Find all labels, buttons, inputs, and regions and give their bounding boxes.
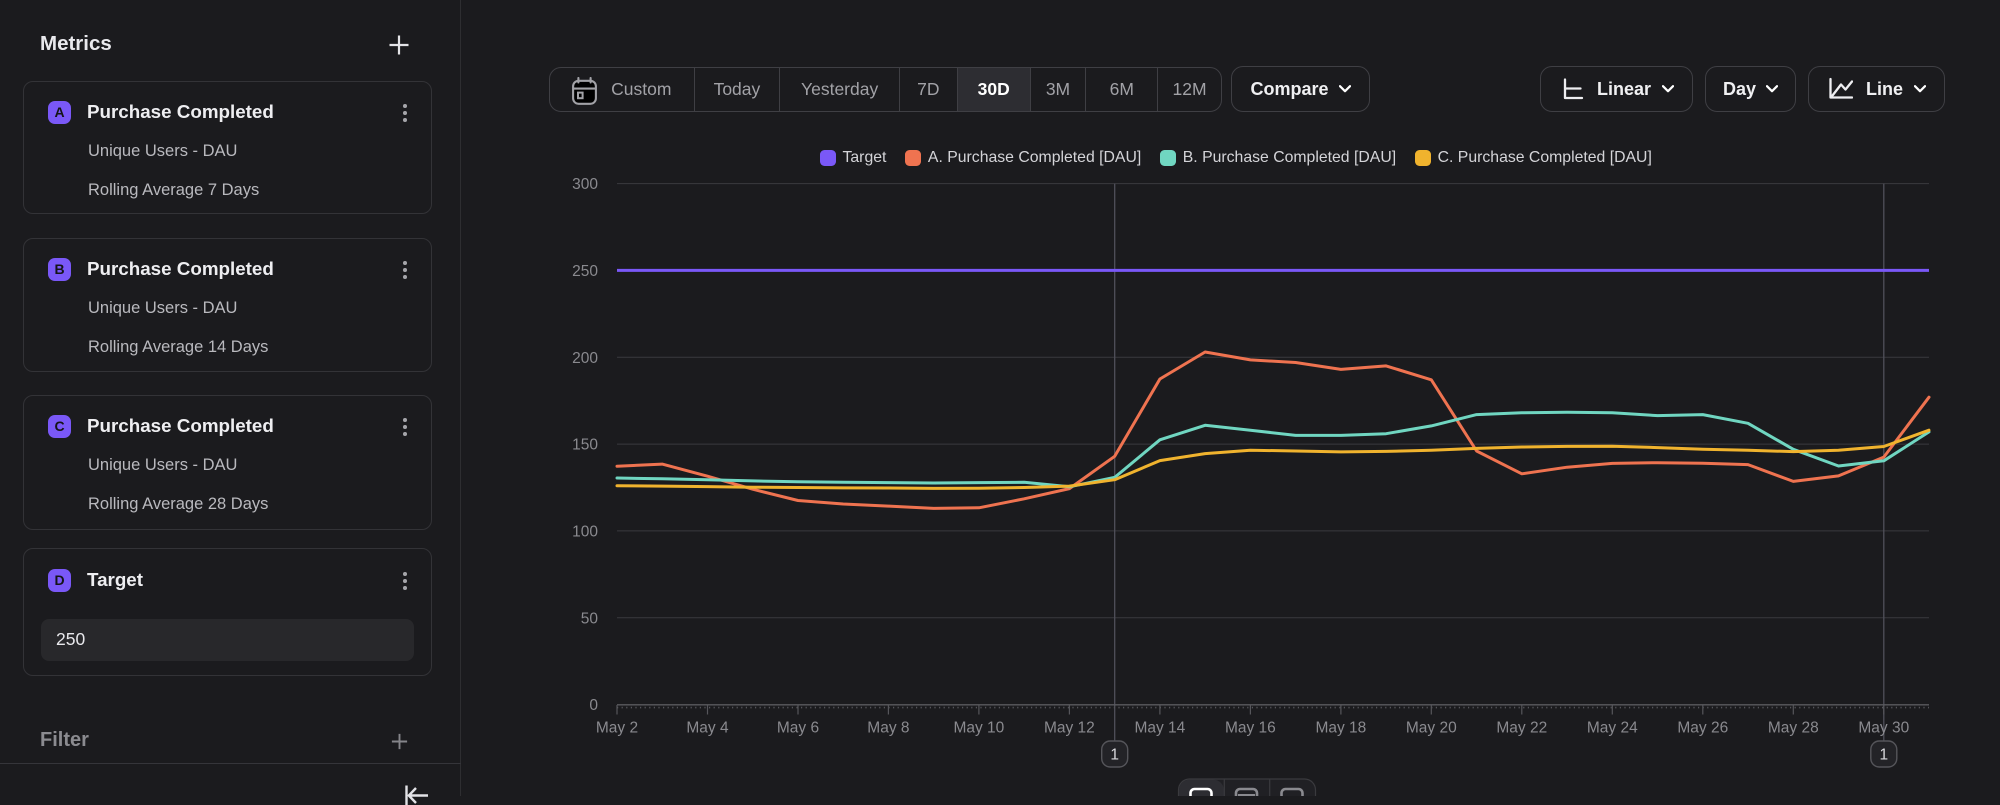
svg-text:300: 300 [572,176,598,193]
svg-text:May 30: May 30 [1858,720,1909,737]
svg-text:May 26: May 26 [1677,720,1728,737]
svg-text:May 28: May 28 [1768,720,1819,737]
svg-text:50: 50 [581,610,599,627]
svg-text:May 24: May 24 [1587,720,1638,737]
svg-text:0: 0 [589,697,598,714]
svg-text:100: 100 [572,523,598,540]
svg-text:May 4: May 4 [686,720,729,737]
svg-text:May 22: May 22 [1496,720,1547,737]
svg-text:May 16: May 16 [1225,720,1276,737]
svg-text:150: 150 [572,437,598,454]
svg-text:1: 1 [1879,747,1888,764]
svg-text:May 8: May 8 [867,720,909,737]
svg-text:May 2: May 2 [596,720,638,737]
svg-text:250: 250 [572,263,598,280]
svg-text:May 14: May 14 [1134,720,1185,737]
svg-text:May 20: May 20 [1406,720,1457,737]
svg-text:200: 200 [572,350,598,367]
svg-text:May 10: May 10 [953,720,1004,737]
svg-text:1: 1 [1110,747,1119,764]
svg-text:May 18: May 18 [1315,720,1366,737]
svg-text:May 12: May 12 [1044,720,1095,737]
svg-text:May 6: May 6 [777,720,819,737]
